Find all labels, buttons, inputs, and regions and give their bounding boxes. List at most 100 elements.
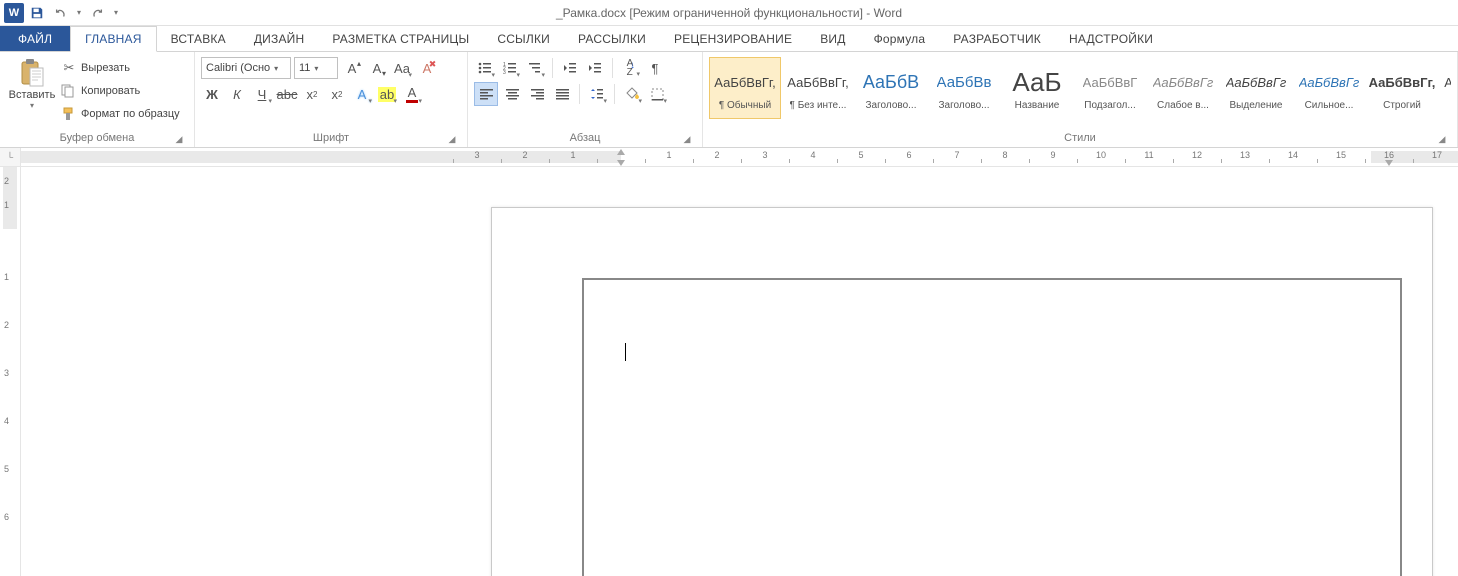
ruler-v-num: 1 xyxy=(4,272,9,282)
clear-formatting-button[interactable]: A✖ xyxy=(416,57,438,79)
page[interactable] xyxy=(491,207,1433,576)
font-dialog-launcher-icon[interactable]: ◢ xyxy=(445,132,459,146)
styles-gallery[interactable]: АаБбВвГг,¶ ОбычныйАаБбВвГг,¶ Без инте...… xyxy=(709,55,1451,119)
style-item-5[interactable]: АаБбВвГПодзагол... xyxy=(1074,57,1146,119)
tab-developer[interactable]: РАЗРАБОТЧИК xyxy=(939,26,1055,51)
paste-button[interactable]: Вставить ▾ xyxy=(6,55,58,112)
font-name-value: Calibri (Осно xyxy=(206,62,270,74)
style-preview: АаБбВвГг xyxy=(1299,66,1360,100)
italic-button[interactable]: К xyxy=(226,83,248,105)
ruler-v-num: 5 xyxy=(4,464,9,474)
ruler-vertical[interactable]: 21123456 xyxy=(0,167,21,576)
style-item-0[interactable]: АаБбВвГг,¶ Обычный xyxy=(709,57,781,119)
tab-file[interactable]: ФАЙЛ xyxy=(0,26,70,51)
change-case-button[interactable]: Aa xyxy=(391,57,413,79)
increase-indent-button[interactable] xyxy=(584,57,606,79)
align-left-button[interactable] xyxy=(474,82,498,106)
copy-icon xyxy=(61,84,77,98)
style-item-8[interactable]: АаБбВвГгСильное... xyxy=(1293,57,1365,119)
ruler-h-num: 8 xyxy=(1002,150,1007,160)
tab-references[interactable]: ССЫЛКИ xyxy=(483,26,564,51)
copy-button[interactable]: Копировать xyxy=(58,80,183,102)
shading-button[interactable] xyxy=(621,83,643,105)
group-styles: АаБбВвГг,¶ ОбычныйАаБбВвГг,¶ Без инте...… xyxy=(703,52,1458,147)
tab-selector-icon[interactable]: └ xyxy=(0,148,21,166)
paragraph-dialog-launcher-icon[interactable]: ◢ xyxy=(680,132,694,146)
redo-icon[interactable] xyxy=(86,2,108,24)
hanging-indent-marker-icon[interactable] xyxy=(617,160,625,166)
sort-button[interactable]: AZ↓ xyxy=(619,57,641,79)
qat-customize-icon[interactable]: ▾ xyxy=(110,2,122,24)
numbering-button[interactable]: 123 xyxy=(499,57,521,79)
align-center-button[interactable] xyxy=(501,83,523,105)
align-right-button[interactable] xyxy=(526,83,548,105)
font-name-combo[interactable]: Calibri (Осно▾ xyxy=(201,57,291,79)
bold-button[interactable]: Ж xyxy=(201,83,223,105)
grow-font-button[interactable]: A▴ xyxy=(341,57,363,79)
multilevel-list-button[interactable] xyxy=(524,57,546,79)
tab-addins[interactable]: НАДСТРОЙКИ xyxy=(1055,26,1167,51)
clipboard-dialog-launcher-icon[interactable]: ◢ xyxy=(172,132,186,146)
ruler-h-num: 17 xyxy=(1432,150,1442,160)
svg-text:3: 3 xyxy=(503,70,506,74)
indent-marker-icon[interactable] xyxy=(617,149,625,155)
save-icon[interactable] xyxy=(26,2,48,24)
group-paragraph-label: Абзац xyxy=(570,132,601,144)
underline-button[interactable]: Ч xyxy=(251,83,273,105)
ruler-h-num: 12 xyxy=(1192,150,1202,160)
style-item-3[interactable]: АаБбВвЗаголово... xyxy=(928,57,1000,119)
justify-button[interactable] xyxy=(551,83,573,105)
workspace: 21123456 xyxy=(0,167,1458,576)
document-area[interactable] xyxy=(21,167,1458,576)
word-app-icon[interactable]: W xyxy=(4,3,24,23)
decrease-indent-button[interactable] xyxy=(559,57,581,79)
tab-home[interactable]: ГЛАВНАЯ xyxy=(70,26,156,52)
group-paragraph: 123 AZ↓ ¶ Абзац ◢ xyxy=(468,52,703,147)
style-item-4[interactable]: АаБНазвание xyxy=(1001,57,1073,119)
superscript-button[interactable]: x2 xyxy=(326,83,348,105)
style-item-6[interactable]: АаБбВвГгСлабое в... xyxy=(1147,57,1219,119)
tab-view[interactable]: ВИД xyxy=(806,26,859,51)
cut-button[interactable]: ✂ Вырезать xyxy=(58,57,183,79)
title-bar: W ▾ ▾ _Рамка.docx [Режим ограниченной фу… xyxy=(0,0,1458,26)
tab-formula[interactable]: Формула xyxy=(860,26,940,51)
ribbon-tabs: ФАЙЛ ГЛАВНАЯ ВСТАВКА ДИЗАЙН РАЗМЕТКА СТР… xyxy=(0,26,1458,52)
borders-button[interactable] xyxy=(646,83,668,105)
style-item-10[interactable]: АаБбВвГг,Цитат xyxy=(1439,57,1451,119)
ruler-h-num: 3 xyxy=(762,150,767,160)
tab-review[interactable]: РЕЦЕНЗИРОВАНИЕ xyxy=(660,26,806,51)
show-marks-button[interactable]: ¶ xyxy=(644,57,666,79)
style-preview: АаБ xyxy=(1012,66,1061,100)
ruler-h-track[interactable]: 3211234567891011121314151617 xyxy=(21,148,1458,166)
undo-icon[interactable] xyxy=(50,2,72,24)
style-item-2[interactable]: АаБбВЗаголово... xyxy=(855,57,927,119)
line-spacing-button[interactable] xyxy=(586,83,608,105)
ruler-horizontal[interactable]: └ 3211234567891011121314151617 xyxy=(0,148,1458,167)
tab-design[interactable]: ДИЗАЙН xyxy=(240,26,319,51)
format-painter-button[interactable]: Формат по образцу xyxy=(58,103,183,125)
ruler-v-num: 6 xyxy=(4,512,9,522)
tab-insert[interactable]: ВСТАВКА xyxy=(157,26,240,51)
style-item-1[interactable]: АаБбВвГг,¶ Без инте... xyxy=(782,57,854,119)
font-size-combo[interactable]: 11▾ xyxy=(294,57,338,79)
ribbon: Вставить ▾ ✂ Вырезать Копировать xyxy=(0,52,1458,148)
tab-page-layout[interactable]: РАЗМЕТКА СТРАНИЦЫ xyxy=(318,26,483,51)
format-painter-label: Формат по образцу xyxy=(81,108,180,120)
strikethrough-button[interactable]: abc xyxy=(276,83,298,105)
highlight-button[interactable]: ab xyxy=(376,83,398,105)
styles-dialog-launcher-icon[interactable]: ◢ xyxy=(1435,132,1449,146)
ruler-h-num: 10 xyxy=(1096,150,1106,160)
text-effects-button[interactable]: A xyxy=(351,83,373,105)
shrink-font-button[interactable]: A▾ xyxy=(366,57,388,79)
font-color-button[interactable]: A xyxy=(401,83,423,105)
bullets-button[interactable] xyxy=(474,57,496,79)
right-indent-marker-icon[interactable] xyxy=(1385,160,1393,166)
style-item-9[interactable]: АаБбВвГг,Строгий xyxy=(1366,57,1438,119)
undo-dropdown-icon[interactable]: ▾ xyxy=(74,2,84,24)
style-item-7[interactable]: АаБбВвГгВыделение xyxy=(1220,57,1292,119)
subscript-button[interactable]: x2 xyxy=(301,83,323,105)
ruler-h-num: 6 xyxy=(906,150,911,160)
ruler-h-num: 11 xyxy=(1144,150,1153,160)
style-preview: АаБбВвГг, xyxy=(714,66,775,100)
tab-mailings[interactable]: РАССЫЛКИ xyxy=(564,26,660,51)
